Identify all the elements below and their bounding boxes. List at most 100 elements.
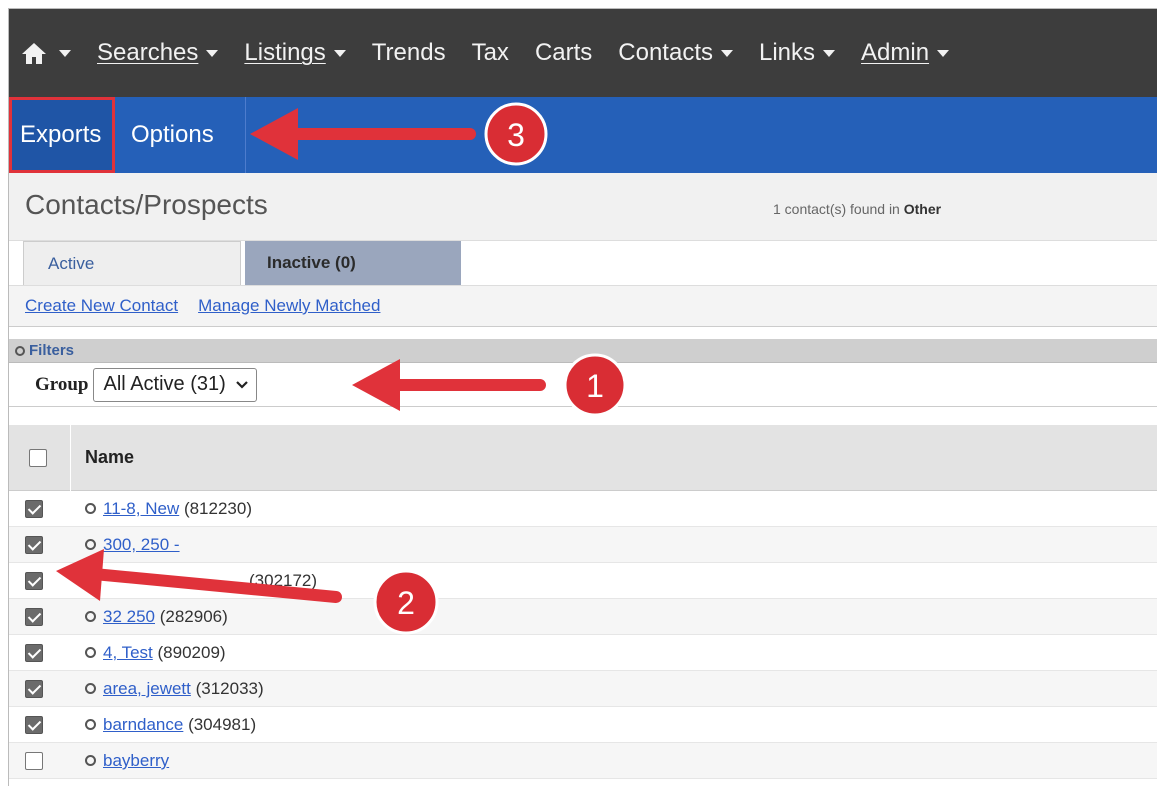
- page-header: Contacts/Prospects 1 contact(s) found in…: [9, 173, 1157, 241]
- nav-listings[interactable]: Listings: [244, 39, 346, 67]
- row-checkbox[interactable]: [25, 500, 43, 518]
- expand-icon[interactable]: [85, 755, 96, 766]
- contact-link[interactable]: barndance: [103, 715, 183, 734]
- contact-id: (812230): [179, 499, 252, 518]
- nav-trends-label: Trends: [371, 39, 446, 66]
- nav-links-label: Links: [759, 39, 816, 66]
- row-checkbox[interactable]: [25, 536, 43, 554]
- contact-link[interactable]: 32 250: [103, 607, 155, 626]
- page-title: Contacts/Prospects: [25, 189, 268, 220]
- chevron-down-icon: [333, 49, 346, 57]
- expand-icon[interactable]: [85, 611, 96, 622]
- table-row: 4, Test (890209): [9, 635, 1157, 671]
- results-count: 1 contact(s) found in Other: [773, 201, 941, 217]
- results-group: Other: [903, 201, 942, 217]
- expand-icon[interactable]: [85, 539, 96, 550]
- nav-listings-label: Listings: [244, 39, 326, 66]
- table-row: 32 250 (282906): [9, 599, 1157, 635]
- chevron-down-icon: [937, 49, 950, 57]
- top-nav: Searches Listings Trends Tax Carts Conta…: [9, 9, 1157, 97]
- action-links: Create New Contact Manage Newly Matched: [9, 285, 1157, 327]
- nav-links[interactable]: Links: [759, 39, 836, 67]
- group-label: Group: [35, 373, 89, 395]
- row-text: 32 250 (282906): [103, 607, 228, 627]
- status-tabs: Active Inactive (0): [9, 241, 1157, 285]
- collapse-icon: [15, 345, 25, 356]
- expand-icon[interactable]: [85, 683, 96, 694]
- chevron-down-icon: [206, 49, 219, 57]
- select-all-checkbox[interactable]: [29, 449, 47, 467]
- row-text: area, jewett (312033): [103, 679, 264, 699]
- app-frame: Searches Listings Trends Tax Carts Conta…: [8, 8, 1157, 786]
- contact-id: (304981): [183, 715, 257, 734]
- tab-inactive[interactable]: Inactive (0): [245, 241, 461, 285]
- contact-id: (302172): [249, 571, 318, 590]
- row-text: (302172): [249, 571, 317, 591]
- filters-label: Filters: [29, 342, 75, 359]
- results-count-text: 1 contact(s) found in: [773, 201, 900, 217]
- row-text: 11-8, New (812230): [103, 499, 252, 519]
- contact-link[interactable]: bayberry: [103, 751, 169, 770]
- name-column-header[interactable]: Name: [85, 447, 134, 468]
- options-link[interactable]: Options: [131, 97, 214, 173]
- row-text: bayberry: [103, 751, 169, 771]
- expand-icon[interactable]: [85, 503, 96, 514]
- table-header: Name: [9, 425, 1157, 491]
- row-text: barndance (304981): [103, 715, 256, 735]
- table-row: barndance (304981): [9, 707, 1157, 743]
- row-checkbox[interactable]: [25, 572, 43, 590]
- spacer: [9, 407, 1157, 425]
- table-row: (302172): [9, 563, 1157, 599]
- contact-link[interactable]: 300, 250 -: [103, 535, 180, 554]
- nav-trends[interactable]: Trends: [372, 39, 446, 67]
- table-row: 11-8, New (812230): [9, 491, 1157, 527]
- contact-id: (282906): [155, 607, 228, 626]
- row-text: 300, 250 -: [103, 535, 180, 555]
- chevron-down-icon: [721, 49, 733, 57]
- subnav-divider: [245, 97, 246, 173]
- nav-admin[interactable]: Admin: [861, 39, 950, 67]
- contact-link[interactable]: 4, Test: [103, 643, 153, 662]
- nav-contacts-label: Contacts: [618, 39, 713, 66]
- contacts-list: 11-8, New (812230) 300, 250 - (302172) 3…: [9, 491, 1157, 779]
- table-row: 300, 250 -: [9, 527, 1157, 563]
- expand-icon[interactable]: [85, 719, 96, 730]
- select-all-cell: [9, 425, 71, 491]
- nav-searches-label: Searches: [97, 39, 199, 66]
- contact-id: (312033): [190, 679, 264, 698]
- row-checkbox[interactable]: [25, 644, 43, 662]
- row-checkbox[interactable]: [25, 680, 43, 698]
- row-checkbox[interactable]: [25, 608, 43, 626]
- nav-tax[interactable]: Tax: [472, 39, 509, 67]
- row-text: 4, Test (890209): [103, 643, 226, 663]
- nav-admin-label: Admin: [861, 39, 930, 66]
- filters-toggle[interactable]: Filters: [9, 339, 1157, 363]
- expand-icon[interactable]: [85, 575, 96, 586]
- table-row: area, jewett (312033): [9, 671, 1157, 707]
- group-select-value: All Active (31): [103, 373, 226, 395]
- group-filter-row: Group All Active (31): [9, 363, 1157, 407]
- table-row: bayberry: [9, 743, 1157, 779]
- expand-icon[interactable]: [85, 647, 96, 658]
- row-checkbox[interactable]: [25, 716, 43, 734]
- nav-searches[interactable]: Searches: [97, 39, 219, 67]
- nav-contacts[interactable]: Contacts: [618, 39, 733, 67]
- create-contact-link[interactable]: Create New Contact: [25, 296, 178, 316]
- chevron-down-icon: [823, 49, 836, 57]
- contact-link[interactable]: area, jewett: [103, 679, 191, 698]
- home-icon: [22, 43, 46, 64]
- nav-carts[interactable]: Carts: [535, 39, 592, 67]
- exports-link[interactable]: Exports: [9, 97, 115, 173]
- nav-carts-label: Carts: [534, 39, 593, 66]
- contact-link[interactable]: 11-8, New: [103, 499, 179, 518]
- row-checkbox[interactable]: [25, 752, 43, 770]
- tab-active[interactable]: Active: [23, 241, 241, 285]
- sub-nav: Exports Options: [9, 97, 1157, 173]
- chevron-down-icon: [236, 380, 248, 389]
- manage-newly-matched-link[interactable]: Manage Newly Matched: [198, 296, 380, 316]
- nav-tax-label: Tax: [471, 39, 509, 66]
- contact-id: (890209): [152, 643, 226, 662]
- group-select[interactable]: All Active (31): [92, 367, 257, 402]
- home-menu[interactable]: [21, 41, 71, 65]
- chevron-down-icon: [59, 49, 71, 57]
